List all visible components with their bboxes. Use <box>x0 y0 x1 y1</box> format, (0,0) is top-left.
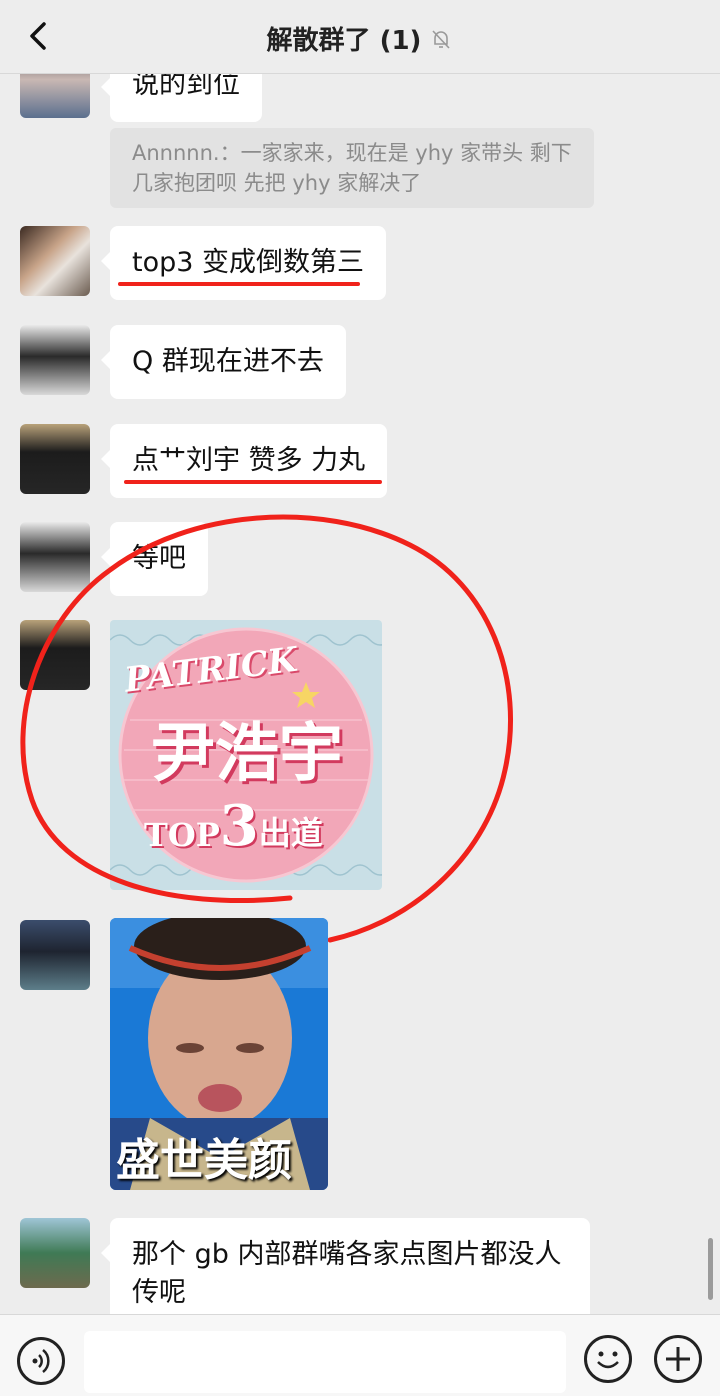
photo-caption: 盛世美颜 <box>116 1135 292 1186</box>
more-options-button[interactable] <box>654 1335 702 1383</box>
message-text: 那个 gb 内部群嘴各家点图片都没人传呢 <box>132 1239 562 1308</box>
voice-input-button[interactable] <box>17 1337 65 1385</box>
bell-muted-icon <box>432 29 451 49</box>
photo-message[interactable]: 盛世美颜 <box>110 918 328 1190</box>
chat-title: 解散群了 (1) <box>266 26 422 56</box>
voice-icon <box>32 1349 50 1373</box>
message-bubble[interactable]: 那个 gb 内部群嘴各家点图片都没人传呢 <box>101 1218 590 1326</box>
emoji-button[interactable] <box>584 1335 632 1383</box>
message-input[interactable] <box>84 1331 566 1393</box>
input-bar <box>0 1314 720 1396</box>
smiley-icon <box>597 1351 619 1369</box>
circle-annotation <box>20 514 514 943</box>
scrollbar[interactable] <box>708 1238 713 1300</box>
avatar[interactable] <box>20 920 90 990</box>
avatar[interactable] <box>20 1218 90 1288</box>
chat-header: 解散群了 (1) <box>0 0 720 74</box>
plus-icon <box>666 1347 690 1371</box>
chat-title-bar: 解散群了 (1) <box>0 20 720 57</box>
